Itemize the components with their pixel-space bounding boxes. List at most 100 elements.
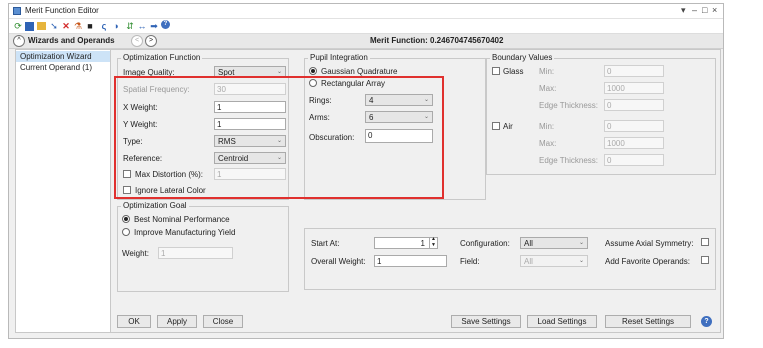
wizards-operands-bar: ^ Wizards and Operands < > Merit Functio… [9, 34, 723, 49]
chevron-down-icon: ⌄ [578, 240, 584, 246]
help-icon[interactable]: ? [161, 20, 171, 31]
glass-max-field[interactable]: 1000 [604, 82, 664, 94]
sort-icon[interactable]: ⇵ [125, 21, 135, 31]
list-item-optimization-wizard[interactable]: Optimization Wizard [16, 51, 114, 62]
chevron-down-icon: ⌄ [276, 138, 282, 144]
improve-yield-radio[interactable] [122, 228, 130, 236]
toolbar: ⟳ ➘ ✕ ⚗ ■ ς ◑ ⇵ ↔ ➡ ? [9, 19, 723, 34]
minimize-button[interactable]: – [692, 5, 697, 15]
y-weight-field[interactable]: 1 [214, 118, 286, 130]
reset-settings-button[interactable]: Reset Settings [605, 315, 691, 328]
rectangular-array-radio[interactable] [309, 79, 317, 87]
air-edge-thickness-field[interactable]: 0 [604, 154, 664, 166]
arms-label: Arms: [309, 113, 330, 122]
optimization-function-legend: Optimization Function [121, 53, 203, 62]
collapse-button[interactable]: ^ [13, 35, 25, 47]
start-at-label: Start At: [311, 239, 340, 248]
gaussian-quadrature-label: Gaussian Quadrature [321, 67, 398, 76]
max-distortion-field[interactable]: 1 [214, 168, 286, 180]
title-bar: Merit Function Editor ▾ – □ × [9, 4, 723, 19]
forward-icon[interactable]: ➡ [149, 21, 159, 31]
rings-select[interactable]: 4 ⌄ [365, 94, 433, 106]
maximize-button[interactable]: □ [702, 5, 707, 15]
close-button[interactable]: Close [203, 315, 243, 328]
optimization-function-group: Optimization Function Image Quality: Spo… [117, 53, 289, 200]
pupil-integration-legend: Pupil Integration [308, 53, 370, 62]
spin-down-icon: ▼ [431, 242, 436, 248]
reference-select[interactable]: Centroid ⌄ [214, 152, 286, 164]
configuration-select[interactable]: All ⌄ [520, 237, 588, 249]
favorite-operands-label: Add Favorite Operands: [605, 257, 690, 266]
load-settings-button[interactable]: Load Settings [527, 315, 597, 328]
next-button[interactable]: > [145, 35, 157, 47]
spatial-frequency-label: Spatial Frequency: [123, 85, 190, 94]
axial-symmetry-checkbox[interactable] [701, 238, 709, 246]
field-select[interactable]: All ⌄ [520, 255, 588, 267]
ignore-lateral-color-checkbox[interactable] [123, 186, 131, 194]
color-icon[interactable]: ς [99, 21, 109, 31]
optimization-goal-legend: Optimization Goal [121, 201, 189, 210]
improve-yield-label: Improve Manufacturing Yield [134, 228, 236, 237]
merit-function-label: Merit Function: [370, 36, 428, 45]
glass-checkbox[interactable] [492, 67, 500, 75]
air-max-field[interactable]: 1000 [604, 137, 664, 149]
glass-min-field[interactable]: 0 [604, 65, 664, 77]
x-weight-field[interactable]: 1 [214, 101, 286, 113]
image-quality-select[interactable]: Spot ⌄ [214, 66, 286, 78]
spatial-frequency-field[interactable]: 30 [214, 83, 286, 95]
stop-icon[interactable]: ■ [85, 21, 95, 31]
list-item-current-operand[interactable]: Current Operand (1) [16, 62, 114, 73]
boundary-values-group: Boundary Values Glass Min: 0 Max: 1000 E… [486, 53, 716, 175]
glass-label: Glass [503, 67, 524, 76]
toggle-icon[interactable]: ◑ [111, 21, 121, 31]
obscuration-label: Obscuration: [309, 133, 355, 142]
ok-button[interactable]: OK [117, 315, 151, 328]
help-icon[interactable]: ? [701, 316, 712, 327]
wizards-operands-title: Wizards and Operands [28, 36, 115, 45]
refresh-icon[interactable]: ⟳ [13, 21, 23, 31]
delete-icon[interactable]: ✕ [61, 21, 71, 31]
air-checkbox[interactable] [492, 122, 500, 130]
previous-button[interactable]: < [131, 35, 143, 47]
save-icon[interactable] [25, 22, 34, 31]
chevron-down-icon: ⌄ [276, 155, 282, 161]
overall-weight-field[interactable]: 1 [374, 255, 447, 267]
best-nominal-label: Best Nominal Performance [134, 215, 230, 224]
chevron-down-icon: ⌄ [423, 97, 429, 103]
configuration-label: Configuration: [460, 239, 510, 248]
operand-settings-group: Start At: 1 ▲ ▼ Overall Weight: 1 Configu… [304, 228, 716, 290]
start-at-spinner[interactable]: ▲ ▼ [429, 236, 439, 249]
wizard-icon[interactable]: ⚗ [73, 21, 83, 31]
axial-symmetry-label: Assume Axial Symmetry: [605, 239, 694, 248]
air-max-label: Max: [539, 139, 557, 148]
chevron-down-icon: ⌄ [578, 258, 584, 264]
goal-weight-field[interactable]: 1 [158, 247, 233, 259]
type-select[interactable]: RMS ⌄ [214, 135, 286, 147]
air-min-field[interactable]: 0 [604, 120, 664, 132]
open-icon[interactable] [37, 22, 46, 30]
arrows-icon[interactable]: ↔ [137, 21, 147, 31]
arms-select[interactable]: 6 ⌄ [365, 111, 433, 123]
chevron-down-icon: ⌄ [423, 114, 429, 120]
window-title: Merit Function Editor [25, 6, 99, 15]
x-weight-label: X Weight: [123, 103, 158, 112]
merit-function-editor-window: Merit Function Editor ▾ – □ × ⟳ ➘ ✕ ⚗ ■ … [8, 3, 724, 339]
merit-function-value: 0.246704745670402 [430, 36, 504, 45]
pupil-integration-group: Pupil Integration Gaussian Quadrature Re… [304, 53, 486, 200]
obscuration-field[interactable]: 0 [365, 129, 433, 143]
favorite-operands-checkbox[interactable] [701, 256, 709, 264]
close-window-button[interactable]: × [712, 5, 717, 15]
boundary-values-legend: Boundary Values [490, 53, 555, 62]
apply-button[interactable]: Apply [157, 315, 197, 328]
insert-icon[interactable]: ➘ [49, 21, 59, 31]
menu-dropdown-button[interactable]: ▾ [681, 5, 686, 16]
rings-label: Rings: [309, 96, 332, 105]
wizard-list: Optimization Wizard Current Operand (1) [15, 49, 115, 333]
max-distortion-checkbox[interactable] [123, 170, 131, 178]
best-nominal-radio[interactable] [122, 215, 130, 223]
save-settings-button[interactable]: Save Settings [451, 315, 521, 328]
app-icon [13, 7, 21, 15]
glass-edge-thickness-field[interactable]: 0 [604, 99, 664, 111]
image-quality-label: Image Quality: [123, 68, 175, 77]
gaussian-quadrature-radio[interactable] [309, 67, 317, 75]
